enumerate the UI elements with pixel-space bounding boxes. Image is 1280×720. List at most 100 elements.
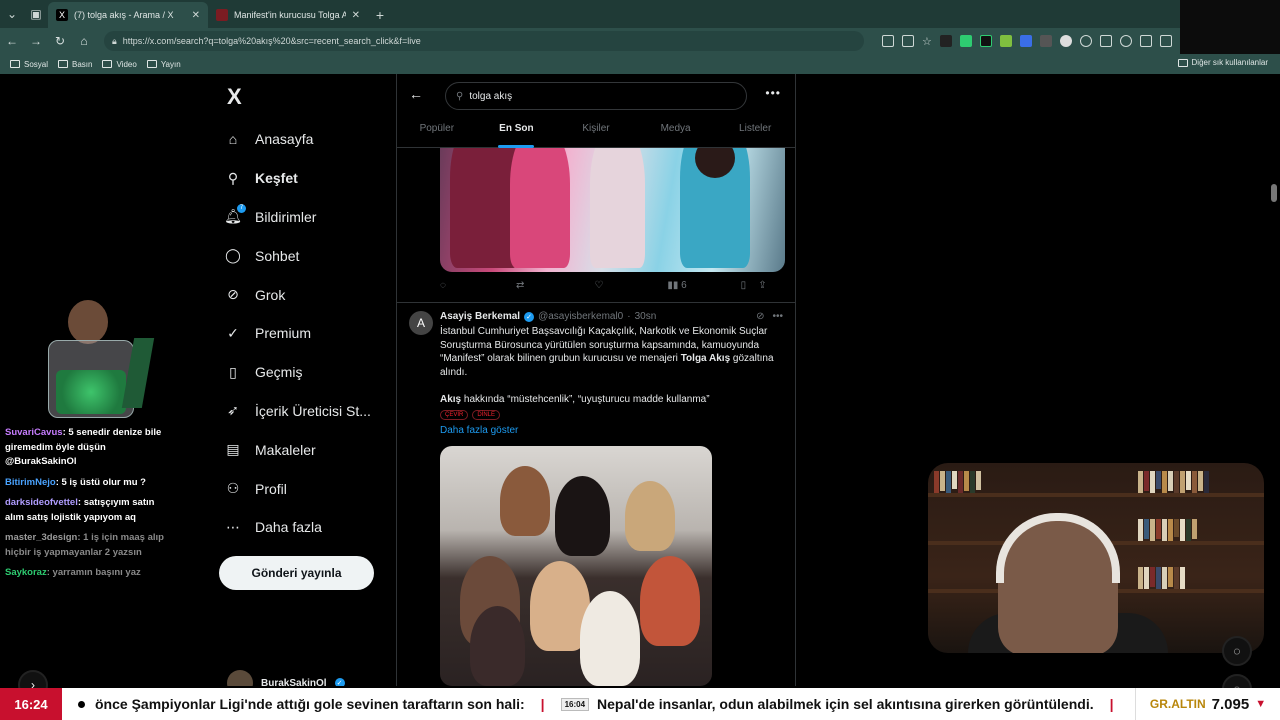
workspaces-icon[interactable]: ▣	[24, 0, 48, 28]
search-input[interactable]: ⚲ tolga akış	[445, 82, 747, 110]
close-tab-icon[interactable]: ✕	[352, 10, 360, 21]
translate-chip[interactable]: ÇEVİR	[440, 410, 469, 420]
search-tab[interactable]: En Son	[477, 118, 557, 148]
tweet-text: İstanbul Cumhuriyet Başsavcılığı Kaçakçı…	[440, 326, 774, 405]
tweet-media-image[interactable]	[440, 446, 712, 686]
search-tab[interactable]: Popüler	[397, 118, 477, 148]
views-stat[interactable]: ▮▮ 6	[667, 280, 686, 291]
gold-price: GR.ALTIN 7.095 ▼	[1135, 688, 1280, 720]
bookmark-icon[interactable]: ▯	[741, 280, 747, 291]
tweet-time[interactable]: 30sn	[635, 311, 657, 322]
bookmark-folder[interactable]: Yayın	[146, 60, 181, 69]
nav-label: Anasayfa	[255, 131, 314, 148]
bookmark-folder[interactable]: Basın	[58, 60, 92, 69]
grok-icon: ⊘	[227, 286, 239, 303]
folder-icon	[146, 60, 157, 68]
sidebar-icon[interactable]	[1099, 35, 1112, 47]
nav-item[interactable]: ✓ Premium	[225, 314, 395, 353]
overlay-control-icon[interactable]: ◌	[1222, 636, 1252, 666]
forward-icon[interactable]: →	[24, 34, 48, 48]
refresh-icon[interactable]: ↻	[48, 34, 72, 48]
split-view-icon[interactable]	[882, 35, 894, 47]
tweet[interactable]: A Asayiş Berkemal ✓ @asayisberkemal0 · 3…	[397, 302, 795, 686]
x-logo[interactable]: X	[227, 84, 242, 110]
live-dot-icon	[78, 700, 85, 708]
tweet-author-handle[interactable]: @asayisberkemal0	[538, 311, 623, 322]
nav-item[interactable]: ▤ Makaleler	[225, 430, 395, 469]
article-icon: ▤	[226, 441, 240, 458]
favorites-icon[interactable]	[1119, 35, 1132, 47]
address-bar-row: ← → ↻ ⌂ 🔒︎ https://x.com/search?q=tolga%…	[0, 28, 1280, 54]
heart-icon[interactable]	[1159, 35, 1172, 47]
tab-list-chevron-icon[interactable]: ⌄	[0, 0, 24, 28]
share-icon[interactable]: ⇪	[758, 280, 766, 291]
extension-icon[interactable]	[1039, 35, 1052, 47]
nav-item[interactable]: ⊘ Grok	[225, 275, 395, 314]
back-icon[interactable]: ←	[0, 34, 24, 48]
tweet-author-name[interactable]: Asayiş Berkemal	[440, 311, 520, 322]
bookmark-folder[interactable]: Sosyal	[10, 60, 48, 69]
extensions-icon[interactable]	[1079, 35, 1092, 47]
reply-icon[interactable]: ◌	[440, 280, 446, 291]
listen-chip[interactable]: DİNLE	[472, 410, 501, 420]
show-more-link[interactable]: Daha fazla göster	[440, 425, 518, 436]
extension-icon[interactable]	[979, 35, 992, 47]
retweet-icon[interactable]: ⇄	[516, 280, 524, 291]
nav-item[interactable]: ⚲ Keşfet	[225, 159, 395, 198]
books	[1138, 567, 1185, 589]
search-tab[interactable]: Listeler	[715, 118, 795, 148]
tab-title: (7) tolga akış - Arama / X	[74, 10, 174, 20]
other-bookmarks[interactable]: Diğer sık kullanılanlar	[1177, 58, 1268, 67]
browser-tab-active[interactable]: X (7) tolga akış - Arama / X ✕	[48, 2, 208, 28]
extension-icon[interactable]	[959, 35, 972, 47]
more-options-icon[interactable]: •••	[772, 311, 783, 322]
separator: |	[540, 696, 545, 712]
page-scrollbar[interactable]	[1271, 184, 1277, 202]
browser-tab[interactable]: Manifest'in kurucusu Tolga Akış gö ✕	[208, 2, 368, 28]
nav-item[interactable]: ◯ Sohbet	[225, 236, 395, 275]
nav-label: Sohbet	[255, 247, 300, 264]
news-favicon-icon	[216, 9, 228, 21]
nav-label: Bildirimler	[255, 208, 317, 225]
nav-label: Keşfet	[255, 170, 298, 187]
extension-icon[interactable]	[939, 35, 952, 47]
back-arrow-icon[interactable]: ←	[409, 86, 423, 102]
bookmarks-bar: Sosyal Basın Video Yayın Diğer sık kulla…	[0, 54, 1280, 74]
grok-icon[interactable]: ⊘	[756, 311, 764, 322]
nav-item[interactable]: ⋯ Daha fazla	[225, 508, 395, 547]
profile-icon: ⚇	[226, 480, 240, 497]
headline: Nepal'de insanlar, odun alabilmek için s…	[597, 696, 1094, 712]
url-field[interactable]: 🔒︎ https://x.com/search?q=tolga%20akış%2…	[104, 31, 864, 51]
tweet-media-image[interactable]	[440, 148, 785, 272]
primary-nav: ⌂ Anasayfa ⚲ Keşfet 🔔︎ 7 Bildirimler ◯ Sohbet ⊘ Gr…	[224, 120, 395, 547]
home-icon: ⌂	[228, 131, 238, 148]
bookmark-folder[interactable]: Video	[102, 60, 137, 69]
gold-label: GR.ALTIN	[1149, 697, 1206, 711]
new-tab-icon[interactable]: +	[368, 2, 392, 28]
account-switcher[interactable]: BurakSakinOl ✓	[227, 670, 345, 686]
account-name: BurakSakinOl	[261, 677, 327, 687]
like-icon[interactable]: ♡	[594, 280, 603, 291]
nav-item[interactable]: 🔔︎ 7 Bildirimler	[224, 198, 395, 237]
search-header: ← ⚲ tolga akış ••• Popüler En Son Kişiler M…	[397, 74, 795, 148]
news-ticker: 16:24 önce Şampiyonlar Ligi'nde attığı g…	[0, 688, 1280, 720]
nav-item[interactable]: ▯ Geçmiş	[225, 353, 395, 392]
extension-icon[interactable]	[999, 35, 1012, 47]
reader-icon[interactable]	[902, 35, 914, 47]
search-tab[interactable]: Kişiler	[556, 118, 636, 148]
lock-icon: 🔒︎	[112, 35, 117, 46]
translate-icon[interactable]	[1019, 35, 1032, 47]
extension-icon[interactable]	[1059, 35, 1072, 47]
close-tab-icon[interactable]: ✕	[192, 10, 200, 21]
nav-item[interactable]: ⌂ Anasayfa	[225, 120, 395, 159]
star-icon[interactable]: ☆	[922, 35, 932, 48]
collections-icon[interactable]	[1139, 35, 1152, 47]
search-tab[interactable]: Medya	[636, 118, 716, 148]
nav-item[interactable]: ➶ İçerik Üreticisi St...	[225, 392, 395, 431]
nav-item[interactable]: ⚇ Profil	[225, 469, 395, 508]
post-button[interactable]: Gönderi yayınla	[219, 556, 374, 590]
avatar[interactable]: A	[409, 311, 433, 335]
more-options-icon[interactable]: •••	[765, 86, 781, 100]
home-icon[interactable]: ⌂	[72, 34, 96, 48]
nav-label: Makaleler	[255, 441, 316, 458]
